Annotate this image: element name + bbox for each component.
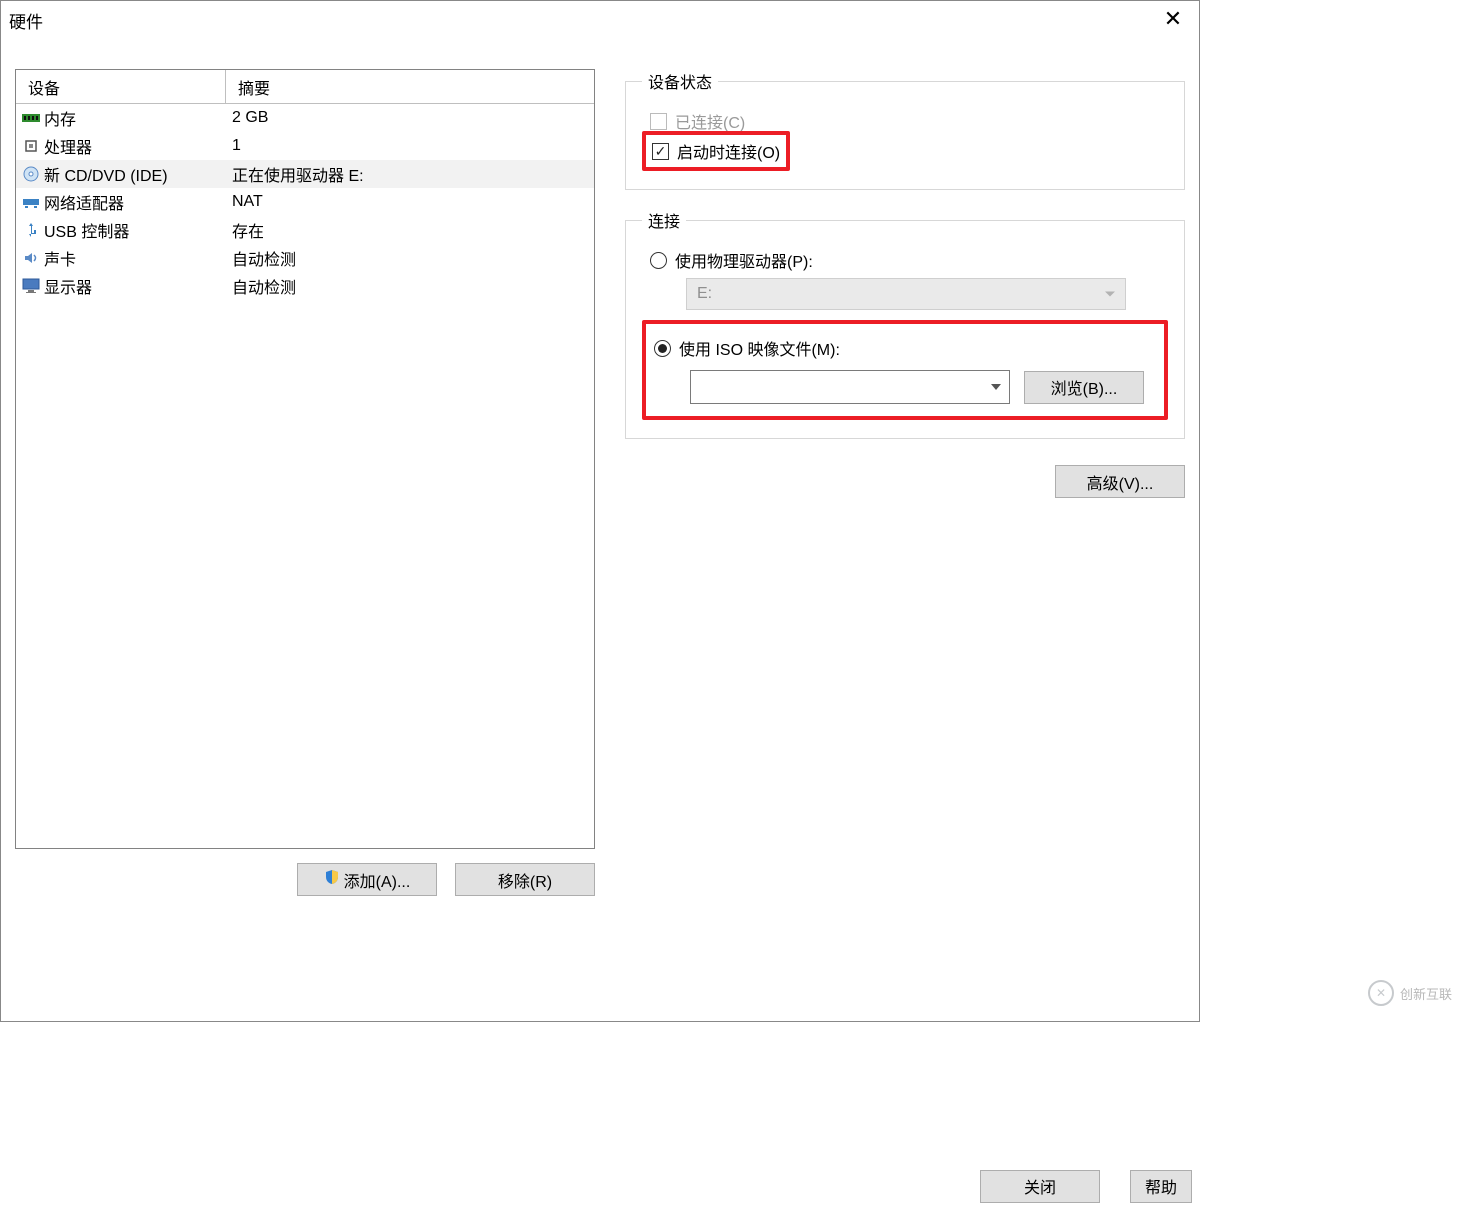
- advanced-button[interactable]: 高级(V)...: [1055, 465, 1185, 498]
- help-button-label: 帮助: [1145, 1174, 1177, 1198]
- cd-icon: [22, 165, 40, 183]
- watermark: ✕ 创新互联: [1368, 980, 1452, 1006]
- iso-section-highlight: 使用 ISO 映像文件(M): 浏览(B)...: [642, 320, 1168, 420]
- device-name: 内存: [44, 106, 76, 130]
- physical-drive-radio-row[interactable]: 使用物理驱动器(P):: [642, 248, 1168, 272]
- hardware-settings-window: 硬件 ✕ 设备 摘要 内存 2 GB 处理器 1 新 CD/DVD (IDE) 正在使用驱…: [0, 0, 1200, 1022]
- iso-path-combo[interactable]: [690, 370, 1010, 404]
- device-row[interactable]: USB 控制器 存在: [16, 216, 594, 244]
- chevron-down-icon[interactable]: [983, 371, 1009, 403]
- device-summary: NAT: [226, 193, 594, 211]
- connect-at-power-on-checkbox[interactable]: ✓: [652, 143, 669, 160]
- window-title: 硬件: [9, 8, 43, 33]
- device-name: USB 控制器: [44, 218, 129, 242]
- device-row[interactable]: 网络适配器 NAT: [16, 188, 594, 216]
- left-column: 设备 摘要 内存 2 GB 处理器 1 新 CD/DVD (IDE) 正在使用驱动器 E:…: [15, 69, 595, 1011]
- dialog-button-bar: 关闭 帮助: [0, 1160, 1200, 1212]
- close-button-label: 关闭: [1024, 1174, 1056, 1198]
- device-name: 显示器: [44, 274, 92, 298]
- iso-radio-label: 使用 ISO 映像文件(M):: [679, 336, 840, 360]
- remove-button[interactable]: 移除(R): [455, 863, 595, 896]
- device-summary: 自动检测: [226, 274, 594, 298]
- advanced-row: 高级(V)...: [625, 465, 1185, 498]
- device-name: 处理器: [44, 134, 92, 158]
- device-rows: 内存 2 GB 处理器 1 新 CD/DVD (IDE) 正在使用驱动器 E: 网络适配器 N…: [16, 104, 594, 300]
- titlebar: 硬件 ✕: [1, 1, 1199, 39]
- network-icon: [22, 193, 40, 211]
- device-status-legend: 设备状态: [642, 69, 718, 93]
- memory-icon: [22, 109, 40, 127]
- device-row[interactable]: 新 CD/DVD (IDE) 正在使用驱动器 E:: [16, 160, 594, 188]
- physical-drive-combo: E:: [686, 278, 1126, 310]
- device-list-header: 设备 摘要: [16, 70, 594, 104]
- device-summary: 自动检测: [226, 246, 594, 270]
- add-button[interactable]: 添加(A)...: [297, 863, 437, 896]
- remove-button-label: 移除(R): [498, 868, 552, 892]
- right-column: 设备状态 已连接(C) ✓ 启动时连接(O) 连接 使用物理驱动器(P):: [625, 69, 1185, 1011]
- watermark-logo-icon: ✕: [1368, 980, 1394, 1006]
- help-button[interactable]: 帮助: [1130, 1170, 1192, 1203]
- device-summary: 正在使用驱动器 E:: [226, 162, 594, 186]
- usb-icon: [22, 221, 40, 239]
- physical-drive-radio[interactable]: [650, 252, 667, 269]
- connected-checkbox: [650, 113, 667, 130]
- column-header-device[interactable]: 设备: [16, 70, 226, 104]
- connection-group: 连接 使用物理驱动器(P): E: 使用 ISO 映像文件(M):: [625, 208, 1185, 439]
- device-status-group: 设备状态 已连接(C) ✓ 启动时连接(O): [625, 69, 1185, 190]
- device-row[interactable]: 声卡 自动检测: [16, 244, 594, 272]
- column-header-summary[interactable]: 摘要: [226, 70, 594, 104]
- physical-drive-label: 使用物理驱动器(P):: [675, 248, 813, 272]
- content-area: 设备 摘要 内存 2 GB 处理器 1 新 CD/DVD (IDE) 正在使用驱动器 E:…: [1, 39, 1199, 1021]
- connected-checkbox-row: 已连接(C): [642, 109, 1168, 133]
- connection-legend: 连接: [642, 208, 686, 232]
- watermark-text: 创新互联: [1400, 984, 1452, 1003]
- close-window-button[interactable]: ✕: [1153, 1, 1193, 37]
- connected-label: 已连接(C): [675, 109, 745, 133]
- connect-at-power-on-label: 启动时连接(O): [677, 139, 780, 163]
- device-name: 新 CD/DVD (IDE): [44, 162, 168, 186]
- device-row[interactable]: 内存 2 GB: [16, 104, 594, 132]
- advanced-button-label: 高级(V)...: [1087, 470, 1154, 494]
- close-button[interactable]: 关闭: [980, 1170, 1100, 1203]
- sound-icon: [22, 249, 40, 267]
- browse-button-label: 浏览(B)...: [1051, 375, 1118, 399]
- iso-radio-row[interactable]: 使用 ISO 映像文件(M):: [654, 336, 1156, 360]
- shield-icon: [324, 869, 340, 890]
- device-summary: 1: [226, 137, 594, 155]
- device-summary: 存在: [226, 218, 594, 242]
- browse-button[interactable]: 浏览(B)...: [1024, 371, 1144, 404]
- device-list: 设备 摘要 内存 2 GB 处理器 1 新 CD/DVD (IDE) 正在使用驱动器 E:…: [15, 69, 595, 849]
- connect-at-power-on-row[interactable]: ✓ 启动时连接(O): [652, 139, 780, 163]
- device-row[interactable]: 显示器 自动检测: [16, 272, 594, 300]
- cpu-icon: [22, 137, 40, 155]
- connect-at-power-on-highlight: ✓ 启动时连接(O): [642, 131, 790, 171]
- iso-radio[interactable]: [654, 340, 671, 357]
- device-name: 声卡: [44, 246, 76, 270]
- device-summary: 2 GB: [226, 109, 594, 127]
- device-name: 网络适配器: [44, 190, 124, 214]
- device-list-buttons: 添加(A)... 移除(R): [15, 863, 595, 896]
- physical-drive-value: E:: [697, 285, 712, 303]
- display-icon: [22, 277, 40, 295]
- device-row[interactable]: 处理器 1: [16, 132, 594, 160]
- add-button-label: 添加(A)...: [344, 868, 411, 892]
- iso-input-row: 浏览(B)...: [690, 370, 1156, 404]
